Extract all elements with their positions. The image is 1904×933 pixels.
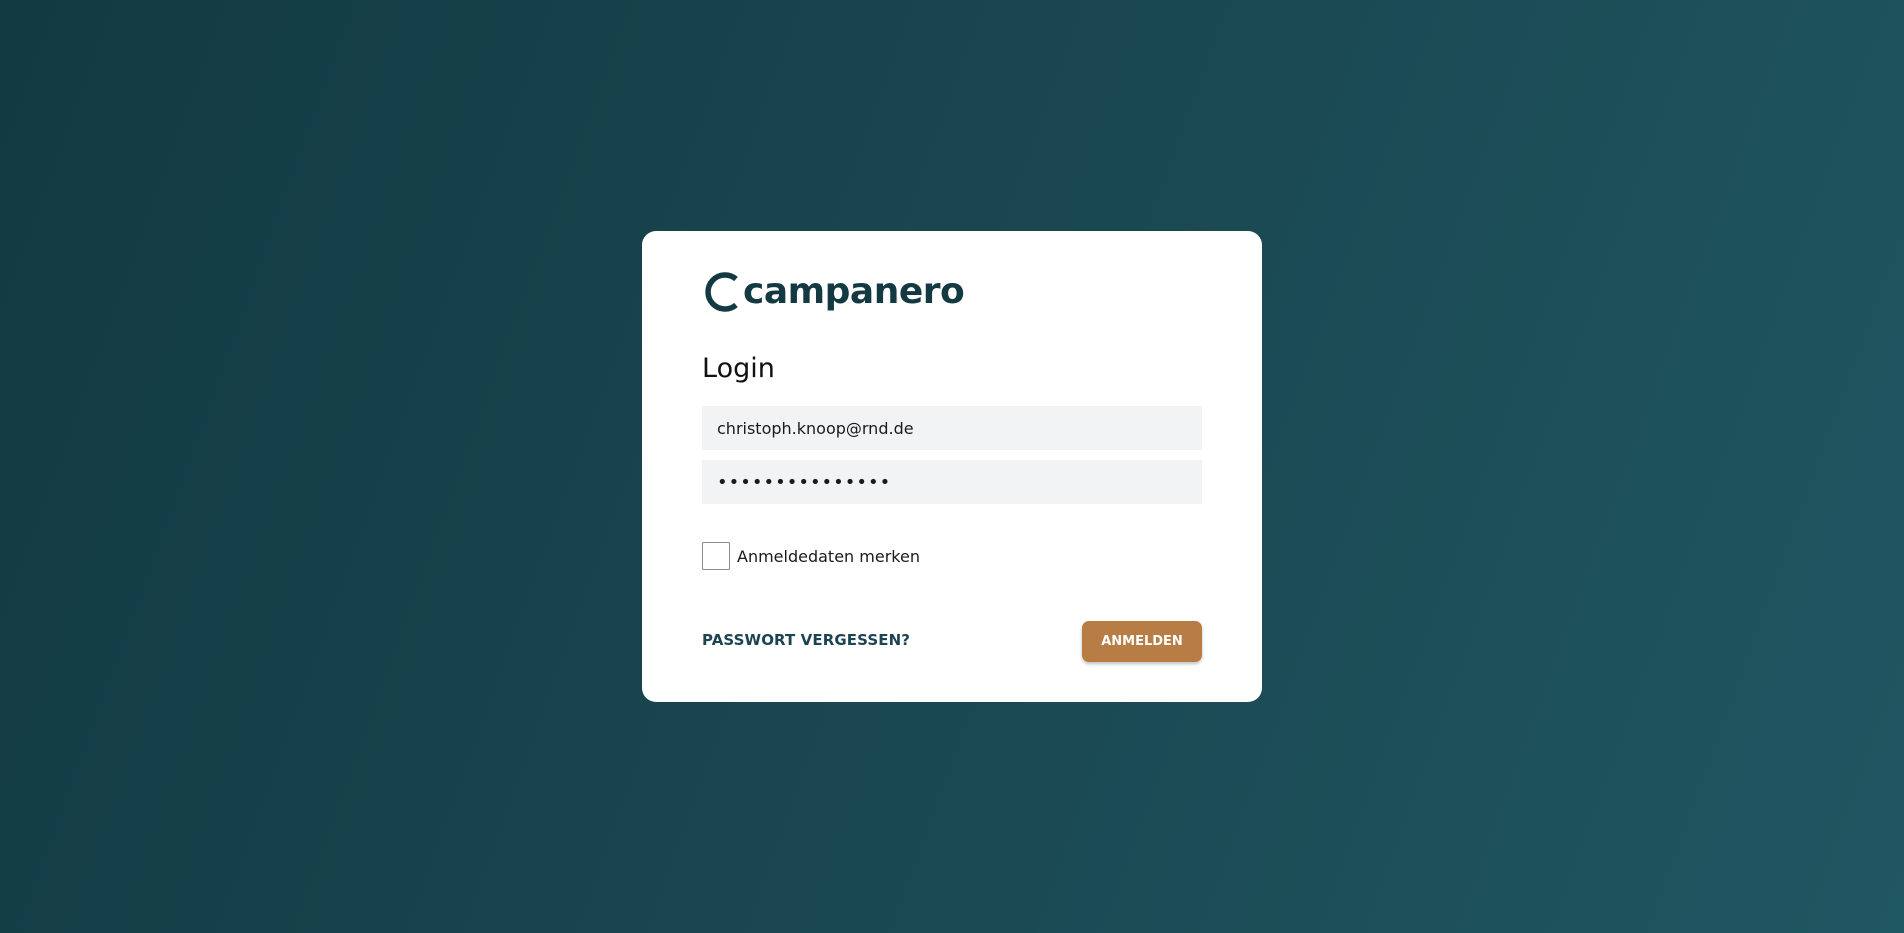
forgot-password-link[interactable]: PASSWORT VERGESSEN? xyxy=(702,631,910,649)
brand-name: campanero xyxy=(743,271,965,312)
login-page: { "brand": { "name": "campanero", "icon"… xyxy=(0,0,1904,933)
remember-me[interactable]: Anmeldedaten merken xyxy=(702,542,920,570)
page-title: Login xyxy=(702,353,775,384)
login-card: campanero Login Anmeldedaten merken PASS… xyxy=(642,231,1262,702)
remember-checkbox[interactable] xyxy=(702,542,730,570)
login-button[interactable]: ANMELDEN xyxy=(1082,621,1202,662)
email-field[interactable] xyxy=(702,406,1202,450)
password-field[interactable] xyxy=(702,460,1202,504)
remember-label[interactable]: Anmeldedaten merken xyxy=(737,547,920,566)
brand-logo: campanero xyxy=(702,269,965,315)
campanero-logo-icon xyxy=(705,272,738,312)
